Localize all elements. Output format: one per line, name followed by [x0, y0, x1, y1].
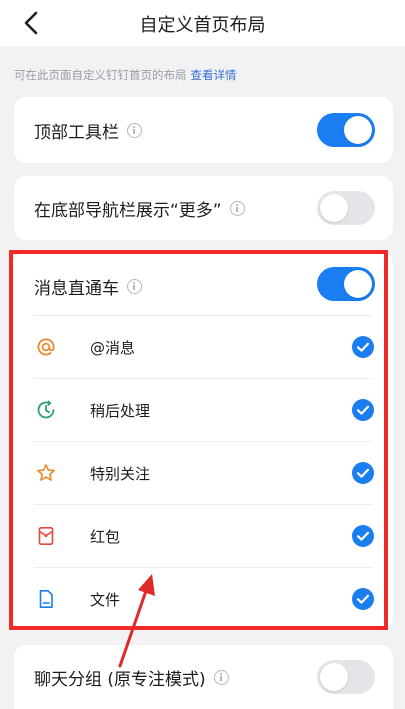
direct-item-label: @消息	[90, 339, 136, 357]
toolbar-setting-label: 顶部工具栏	[34, 123, 119, 143]
chat-groups-toggle[interactable]	[317, 660, 375, 694]
toolbar-toggle[interactable]	[317, 113, 375, 147]
divider	[34, 567, 373, 568]
chat-groups-setting-card: 聊天分组 (原专注模式)	[14, 645, 393, 709]
more-nav-toggle[interactable]	[317, 191, 375, 225]
toggle-knob	[320, 194, 348, 222]
divider	[34, 378, 373, 379]
more-nav-setting-label: 在底部导航栏展示“更多”	[34, 201, 222, 221]
info-icon[interactable]	[127, 279, 142, 294]
direct-item-label: 稍后处理	[90, 402, 151, 420]
at-icon	[37, 338, 55, 356]
view-details-link[interactable]: 查看详情	[191, 68, 237, 82]
chat-groups-setting-label: 聊天分组 (原专注模式)	[34, 670, 206, 690]
more-nav-setting-row: 在底部导航栏展示“更多”	[34, 196, 245, 221]
toggle-knob	[320, 663, 348, 691]
toolbar-setting-row: 顶部工具栏	[34, 118, 142, 143]
direct-item-file[interactable]: 文件	[34, 567, 393, 630]
message-direct-card: 消息直通车 @消息 稍后处理 特别关注 红包 文件	[14, 252, 393, 630]
hint-description: 可在此页面自定义钉钉首页的布局	[14, 68, 187, 82]
checkmark-icon[interactable]	[352, 336, 374, 358]
direct-item-special-follow[interactable]: 特别关注	[34, 441, 393, 504]
more-nav-setting-card: 在底部导航栏展示“更多”	[14, 176, 393, 240]
hint-text: 可在此页面自定义钉钉首页的布局 查看详情	[14, 67, 237, 83]
page-title: 自定义首页布局	[139, 15, 266, 36]
toggle-knob	[344, 270, 372, 298]
info-icon[interactable]	[229, 201, 245, 216]
toggle-knob	[344, 116, 372, 144]
checkmark-icon[interactable]	[352, 588, 374, 610]
checkmark-icon[interactable]	[352, 399, 374, 421]
divider	[34, 441, 373, 442]
red-packet-icon	[38, 526, 54, 545]
info-icon[interactable]	[127, 123, 142, 138]
clock-icon	[37, 400, 55, 419]
top-bar: 自定义首页布局	[0, 0, 405, 46]
direct-item-label: 文件	[90, 591, 121, 609]
file-icon	[39, 590, 53, 608]
message-direct-label: 消息直通车	[34, 279, 119, 299]
checkmark-icon[interactable]	[352, 525, 374, 547]
direct-item-label: 特别关注	[90, 465, 151, 483]
direct-item-later[interactable]: 稍后处理	[34, 378, 393, 441]
direct-item-at-messages[interactable]: @消息	[34, 315, 393, 378]
divider	[34, 315, 373, 316]
info-icon[interactable]	[213, 670, 229, 685]
checkmark-icon[interactable]	[352, 462, 374, 484]
message-direct-toggle[interactable]	[317, 267, 375, 301]
message-direct-row: 消息直通车	[34, 274, 142, 299]
direct-item-label: 红包	[90, 528, 121, 546]
divider	[34, 504, 373, 505]
direct-item-red-packet[interactable]: 红包	[34, 504, 393, 567]
toolbar-setting-card: 顶部工具栏	[14, 97, 393, 163]
star-icon	[37, 463, 55, 481]
chat-groups-setting-row: 聊天分组 (原专注模式)	[34, 665, 229, 690]
